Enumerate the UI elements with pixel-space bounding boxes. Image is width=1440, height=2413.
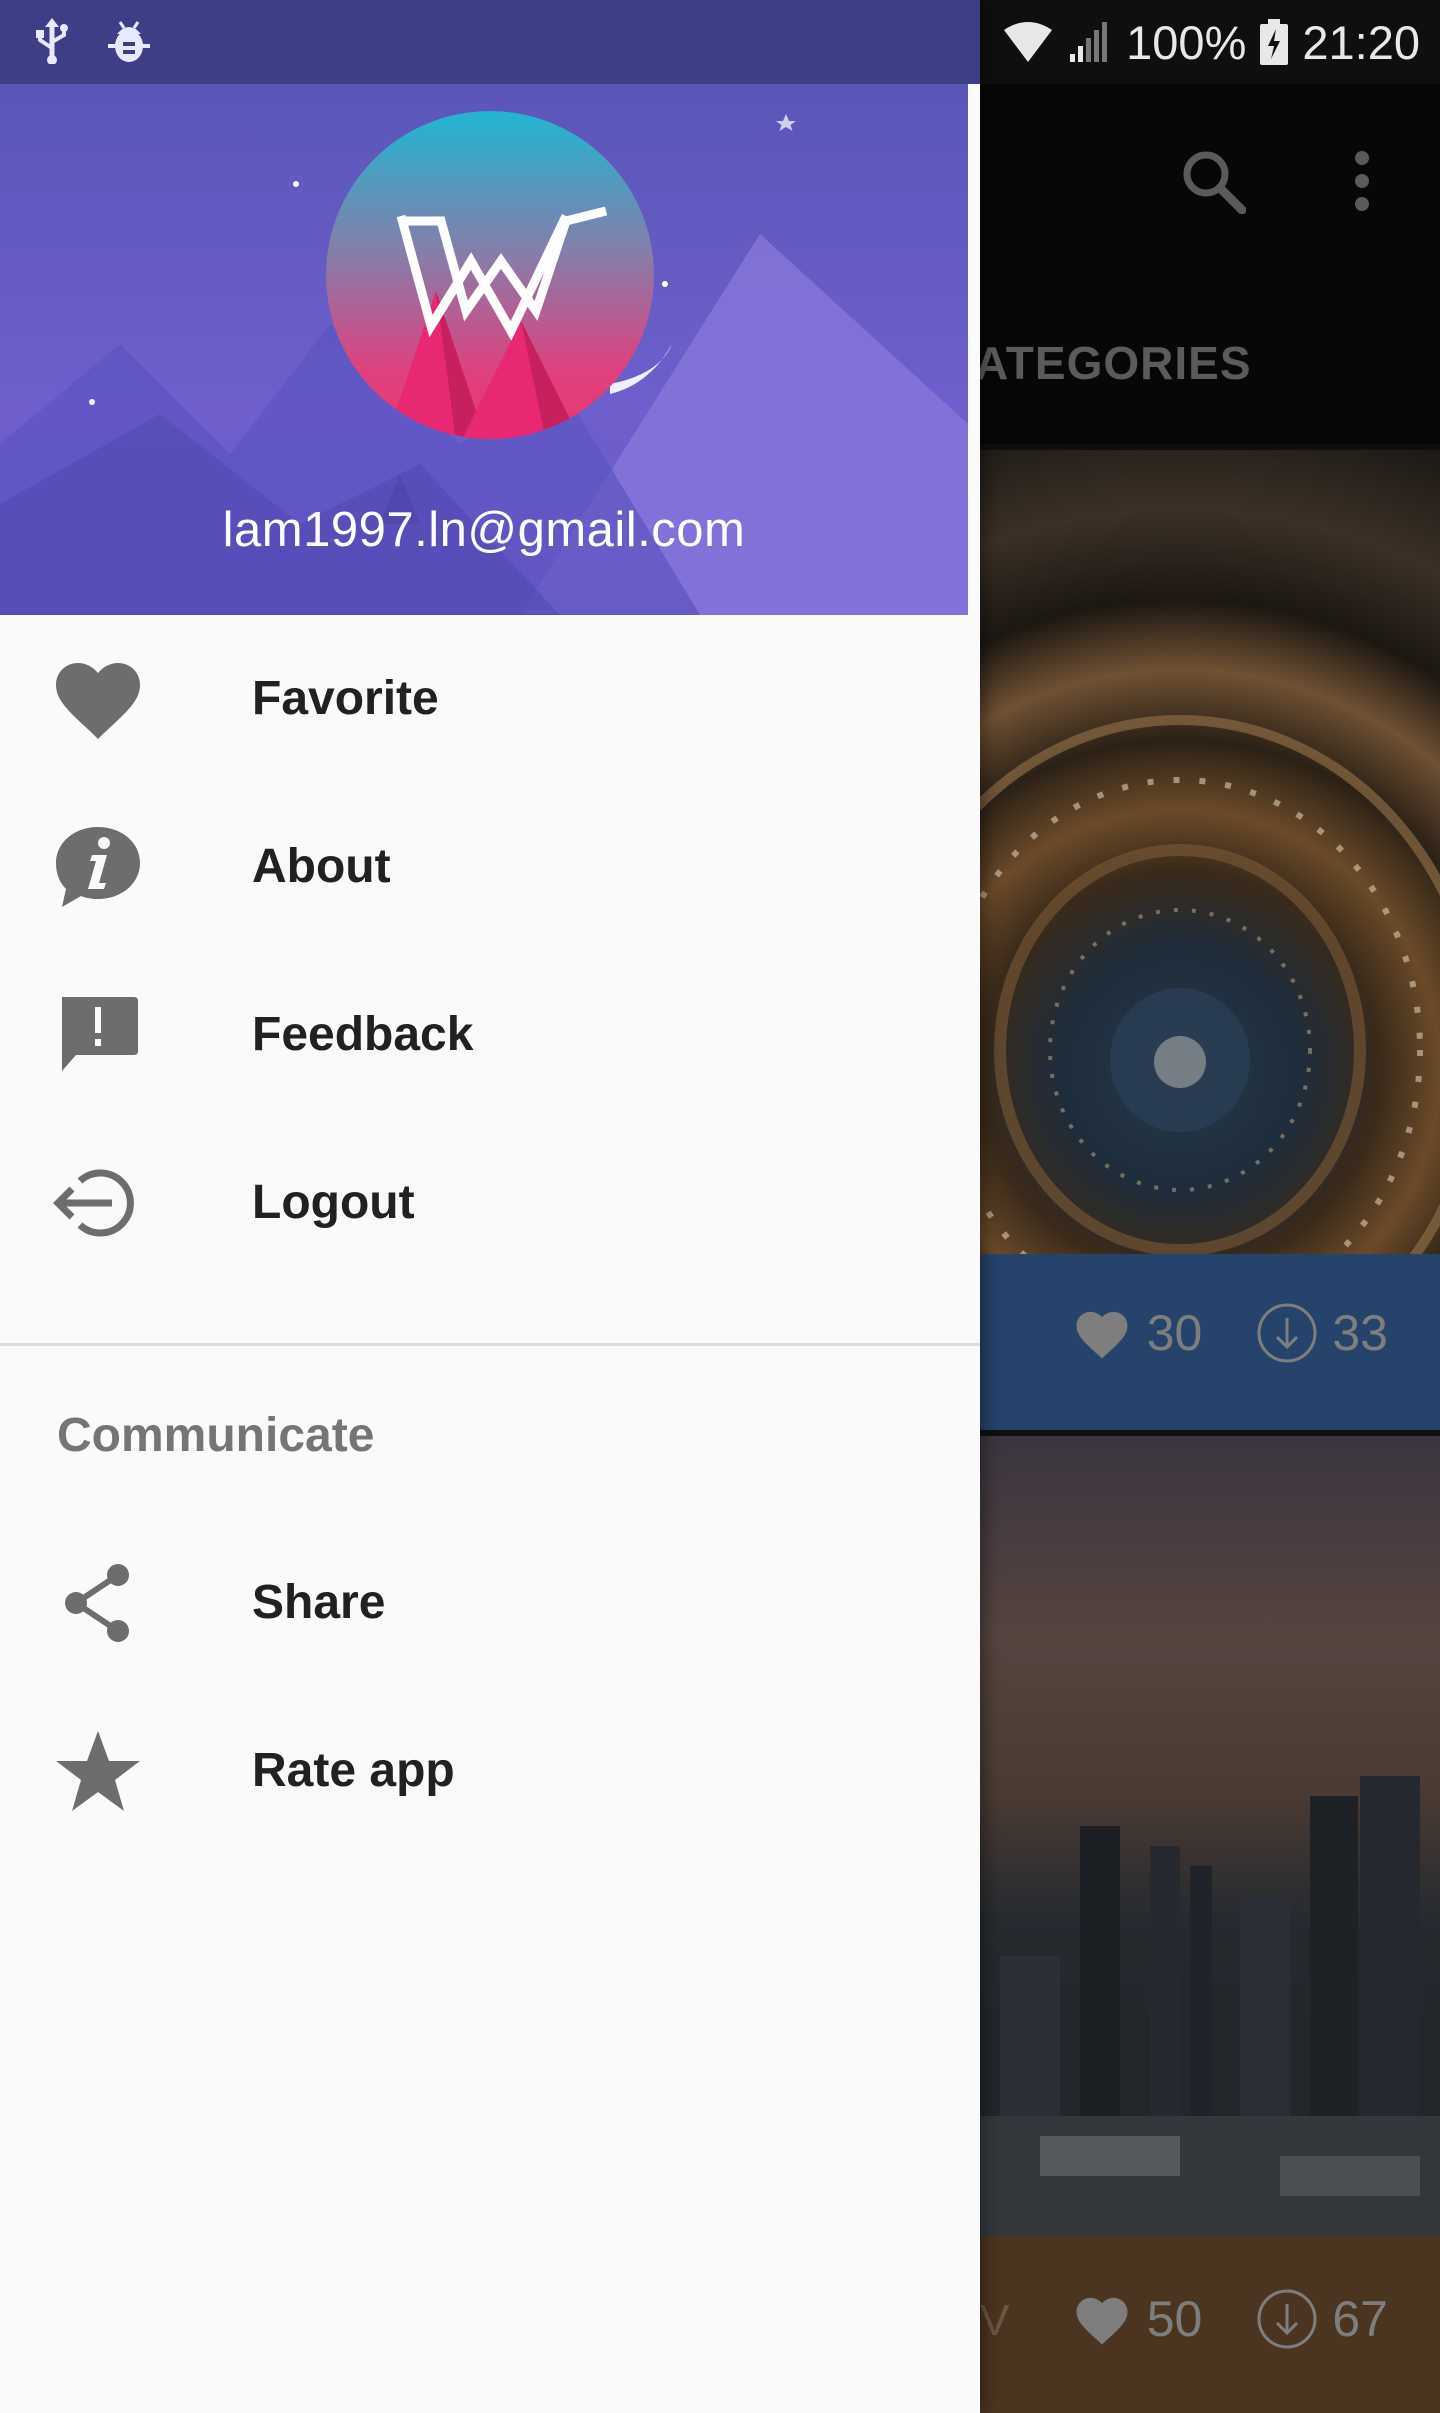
menu-divider — [0, 1343, 980, 1346]
battery-charging-icon — [1260, 19, 1289, 65]
status-bar-left — [0, 0, 980, 84]
wallpaper-thumbnail-staircase[interactable] — [980, 450, 1440, 1254]
background-toolbar — [980, 84, 1440, 444]
heart-icon — [56, 663, 140, 739]
menu-item-label: About — [252, 840, 391, 893]
card-stats: 30 33 — [1071, 1302, 1388, 1364]
tab-categories[interactable]: ATEGORIES — [975, 336, 1252, 390]
menu-item-feedback[interactable]: Feedback — [0, 951, 980, 1119]
menu-item-about[interactable]: About — [0, 783, 980, 951]
status-bar-right: 100% 21:20 — [1002, 0, 1420, 84]
like-icon[interactable] — [1071, 1305, 1133, 1361]
wallpaper-card-bar: 30 33 — [980, 1254, 1440, 1430]
staircase-image — [980, 715, 1440, 1254]
menu-item-label: Share — [252, 1576, 386, 1629]
menu-item-label: Rate app — [252, 1744, 455, 1797]
usb-icon — [36, 18, 68, 64]
wifi-icon — [1004, 22, 1053, 62]
menu-item-label: Logout — [252, 1176, 415, 1229]
app-logo-avatar[interactable] — [326, 111, 654, 439]
download-count: 67 — [1332, 2291, 1388, 2347]
wallpaper-card-bar: V 50 67 — [980, 2236, 1440, 2413]
signal-icon — [1070, 22, 1108, 62]
drawer-header: lam1997.ln@gmail.com — [0, 84, 968, 615]
debug-bug-icon — [108, 21, 150, 62]
account-email: lam1997.ln@gmail.com — [222, 503, 746, 557]
clock: 21:20 — [1302, 15, 1420, 69]
card-stats: 50 67 — [1071, 2288, 1388, 2350]
like-count: 50 — [1146, 2291, 1203, 2347]
feedback-icon — [62, 997, 138, 1071]
wallpaper-thumbnail-city[interactable] — [980, 1436, 1440, 2236]
download-count: 33 — [1332, 1305, 1388, 1361]
menu-item-rate-app[interactable]: Rate app — [0, 1687, 980, 1855]
menu-item-label: Favorite — [252, 672, 439, 725]
info-bubble-icon — [56, 827, 140, 907]
menu-item-share[interactable]: Share — [0, 1519, 980, 1687]
logout-icon — [53, 1169, 134, 1237]
star-icon — [56, 1731, 140, 1811]
download-icon[interactable] — [1256, 1302, 1318, 1364]
share-icon — [65, 1564, 129, 1642]
app-logo-icon — [326, 111, 654, 439]
battery-percent: 100% — [1126, 15, 1247, 69]
search-icon[interactable] — [1180, 148, 1247, 219]
screen: 100% 21:20 ATEGORIES 30 33 V 50 67 lam19… — [0, 0, 1440, 2413]
navigation-drawer: lam1997.ln@gmail.com Favorite About Feed… — [0, 0, 980, 2413]
card-title-fragment: V — [980, 2296, 1010, 2345]
download-icon[interactable] — [1256, 2288, 1318, 2350]
menu-item-logout[interactable]: Logout — [0, 1119, 980, 1287]
more-options-icon[interactable] — [1350, 148, 1374, 219]
section-title-communicate: Communicate — [57, 1409, 375, 1462]
like-count: 30 — [1146, 1305, 1203, 1361]
menu-item-label: Feedback — [252, 1008, 474, 1061]
menu-item-favorite[interactable]: Favorite — [0, 615, 980, 783]
like-icon[interactable] — [1071, 2291, 1133, 2347]
city-skyline-image — [980, 1776, 1440, 2236]
